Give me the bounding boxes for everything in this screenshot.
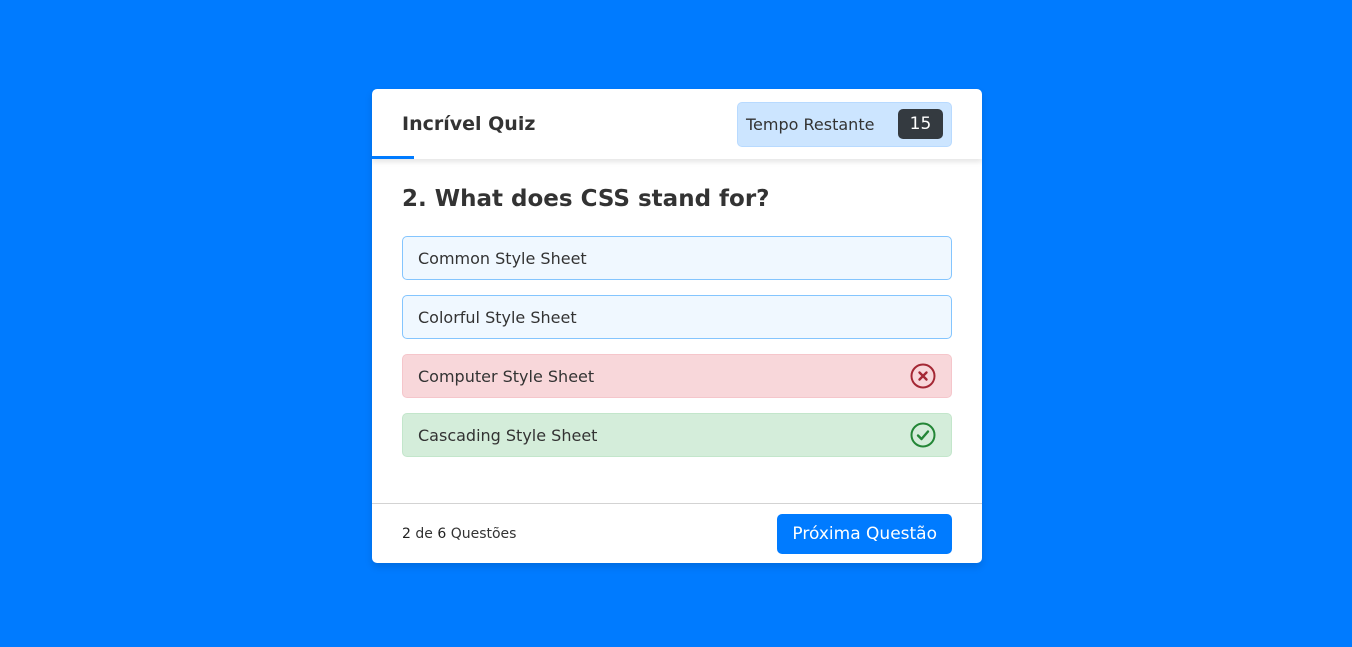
option-label: Common Style Sheet bbox=[418, 248, 587, 268]
quiz-title: Incrível Quiz bbox=[402, 113, 536, 135]
option-label: Colorful Style Sheet bbox=[418, 307, 577, 327]
question-counter: 2 de 6 Questões bbox=[402, 526, 516, 542]
counter-questions-text: Questões bbox=[450, 525, 517, 542]
option-colorful-style-sheet[interactable]: Colorful Style Sheet bbox=[402, 295, 952, 339]
counter-of-text: de bbox=[415, 525, 433, 542]
quiz-header: Incrível Quiz Tempo Restante 15 bbox=[372, 89, 982, 159]
quiz-section: 2. What does CSS stand for? Common Style… bbox=[372, 159, 982, 492]
cross-circle-icon bbox=[910, 363, 936, 389]
total-questions-number: 6 bbox=[437, 525, 447, 542]
option-cascading-style-sheet[interactable]: Cascading Style Sheet bbox=[402, 413, 952, 457]
timer-label: Tempo Restante bbox=[746, 114, 875, 134]
option-computer-style-sheet[interactable]: Computer Style Sheet bbox=[402, 354, 952, 398]
timer: Tempo Restante 15 bbox=[737, 101, 952, 147]
quiz-box: Incrível Quiz Tempo Restante 15 2. What … bbox=[372, 89, 982, 563]
question-text: 2. What does CSS stand for? bbox=[402, 186, 770, 212]
option-common-style-sheet[interactable]: Common Style Sheet bbox=[402, 236, 952, 280]
option-label: Computer Style Sheet bbox=[418, 366, 595, 386]
check-circle-icon bbox=[910, 422, 936, 448]
quiz-footer: 2 de 6 Questões Próxima Questão bbox=[372, 503, 982, 563]
time-progress-line bbox=[372, 156, 414, 159]
timer-seconds: 15 bbox=[898, 109, 943, 139]
option-label: Cascading Style Sheet bbox=[418, 425, 598, 445]
next-question-button[interactable]: Próxima Questão bbox=[777, 513, 952, 554]
current-question-number: 2 bbox=[402, 525, 411, 542]
option-list: Common Style Sheet Colorful Style Sheet … bbox=[402, 236, 952, 457]
